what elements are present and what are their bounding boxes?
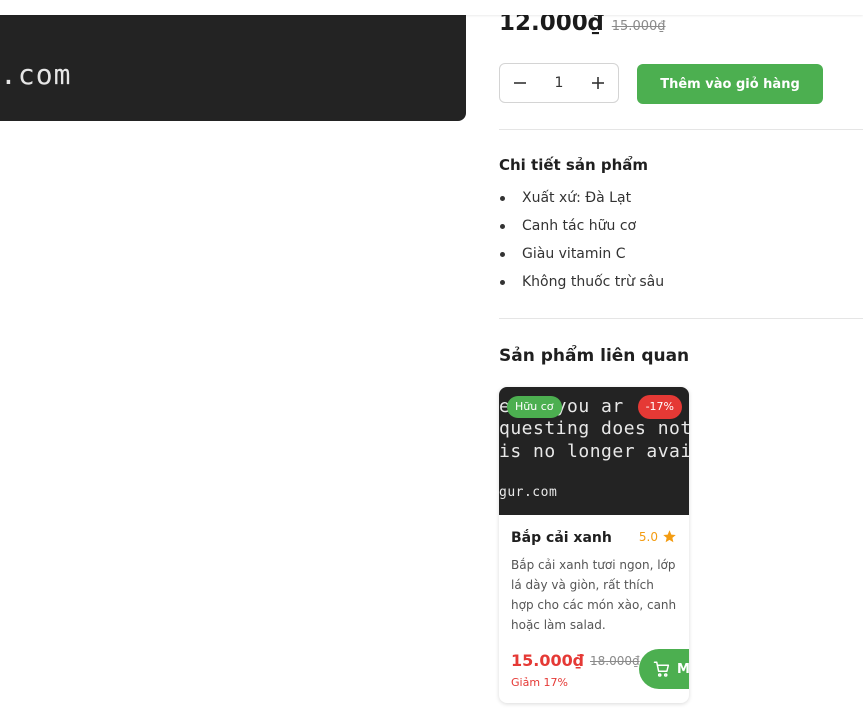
cart-icon [653, 661, 670, 677]
minus-icon [513, 82, 526, 84]
related-product-card[interactable]: e ge you ar questing does not exi is no … [499, 387, 689, 703]
details-heading: Chi tiết sản phẩm [499, 156, 649, 174]
details-item: Không thuốc trừ sâu [499, 270, 664, 298]
image-text-line: gur.com [499, 485, 558, 500]
product-rating: 5.0 [639, 529, 677, 544]
card-add-to-cart-button[interactable]: M [639, 649, 689, 689]
discount-badge: -17% [637, 395, 682, 419]
rating-value: 5.0 [638, 529, 658, 544]
card-cart-button-label: M [677, 661, 689, 677]
related-products-heading: Sản phẩm liên quan [499, 346, 690, 366]
quantity-stepper: 1 [499, 63, 619, 103]
details-list: Xuất xứ: Đà Lạt Canh tác hữu cơ Giàu vit… [499, 186, 664, 298]
organic-badge: Hữu cơ [507, 396, 562, 418]
divider [499, 318, 863, 319]
divider [499, 129, 863, 130]
product-card-price: 15.000₫ [511, 651, 584, 670]
main-image-text: .com [0, 58, 72, 91]
quantity-input[interactable]: 1 [539, 75, 578, 91]
product-card-discount-text: Giảm 17% [511, 676, 568, 689]
product-card-name[interactable]: Bắp cải xanh [511, 530, 612, 546]
product-main-image: .com [0, 0, 466, 121]
product-card-description: Bắp cải xanh tươi ngon, lớp lá dày và gi… [511, 558, 677, 632]
image-text-line: questing does not exi [499, 418, 689, 439]
details-item: Canh tác hữu cơ [499, 214, 664, 242]
details-item: Giàu vitamin C [499, 242, 664, 270]
image-text-line: is no longer availabl [499, 441, 689, 462]
product-old-price: 15.000₫ [611, 19, 666, 34]
increase-quantity-button[interactable] [579, 64, 618, 102]
add-to-cart-button[interactable]: Thêm vào giỏ hàng [637, 64, 823, 104]
top-bar [0, 0, 863, 15]
product-card-old-price: 18.000₫ [590, 654, 640, 668]
details-item: Xuất xứ: Đà Lạt [499, 186, 664, 214]
star-icon [663, 530, 676, 543]
product-card-image[interactable]: e ge you ar questing does not exi is no … [499, 387, 689, 515]
plus-icon [592, 77, 605, 89]
decrease-quantity-button[interactable] [500, 64, 539, 102]
